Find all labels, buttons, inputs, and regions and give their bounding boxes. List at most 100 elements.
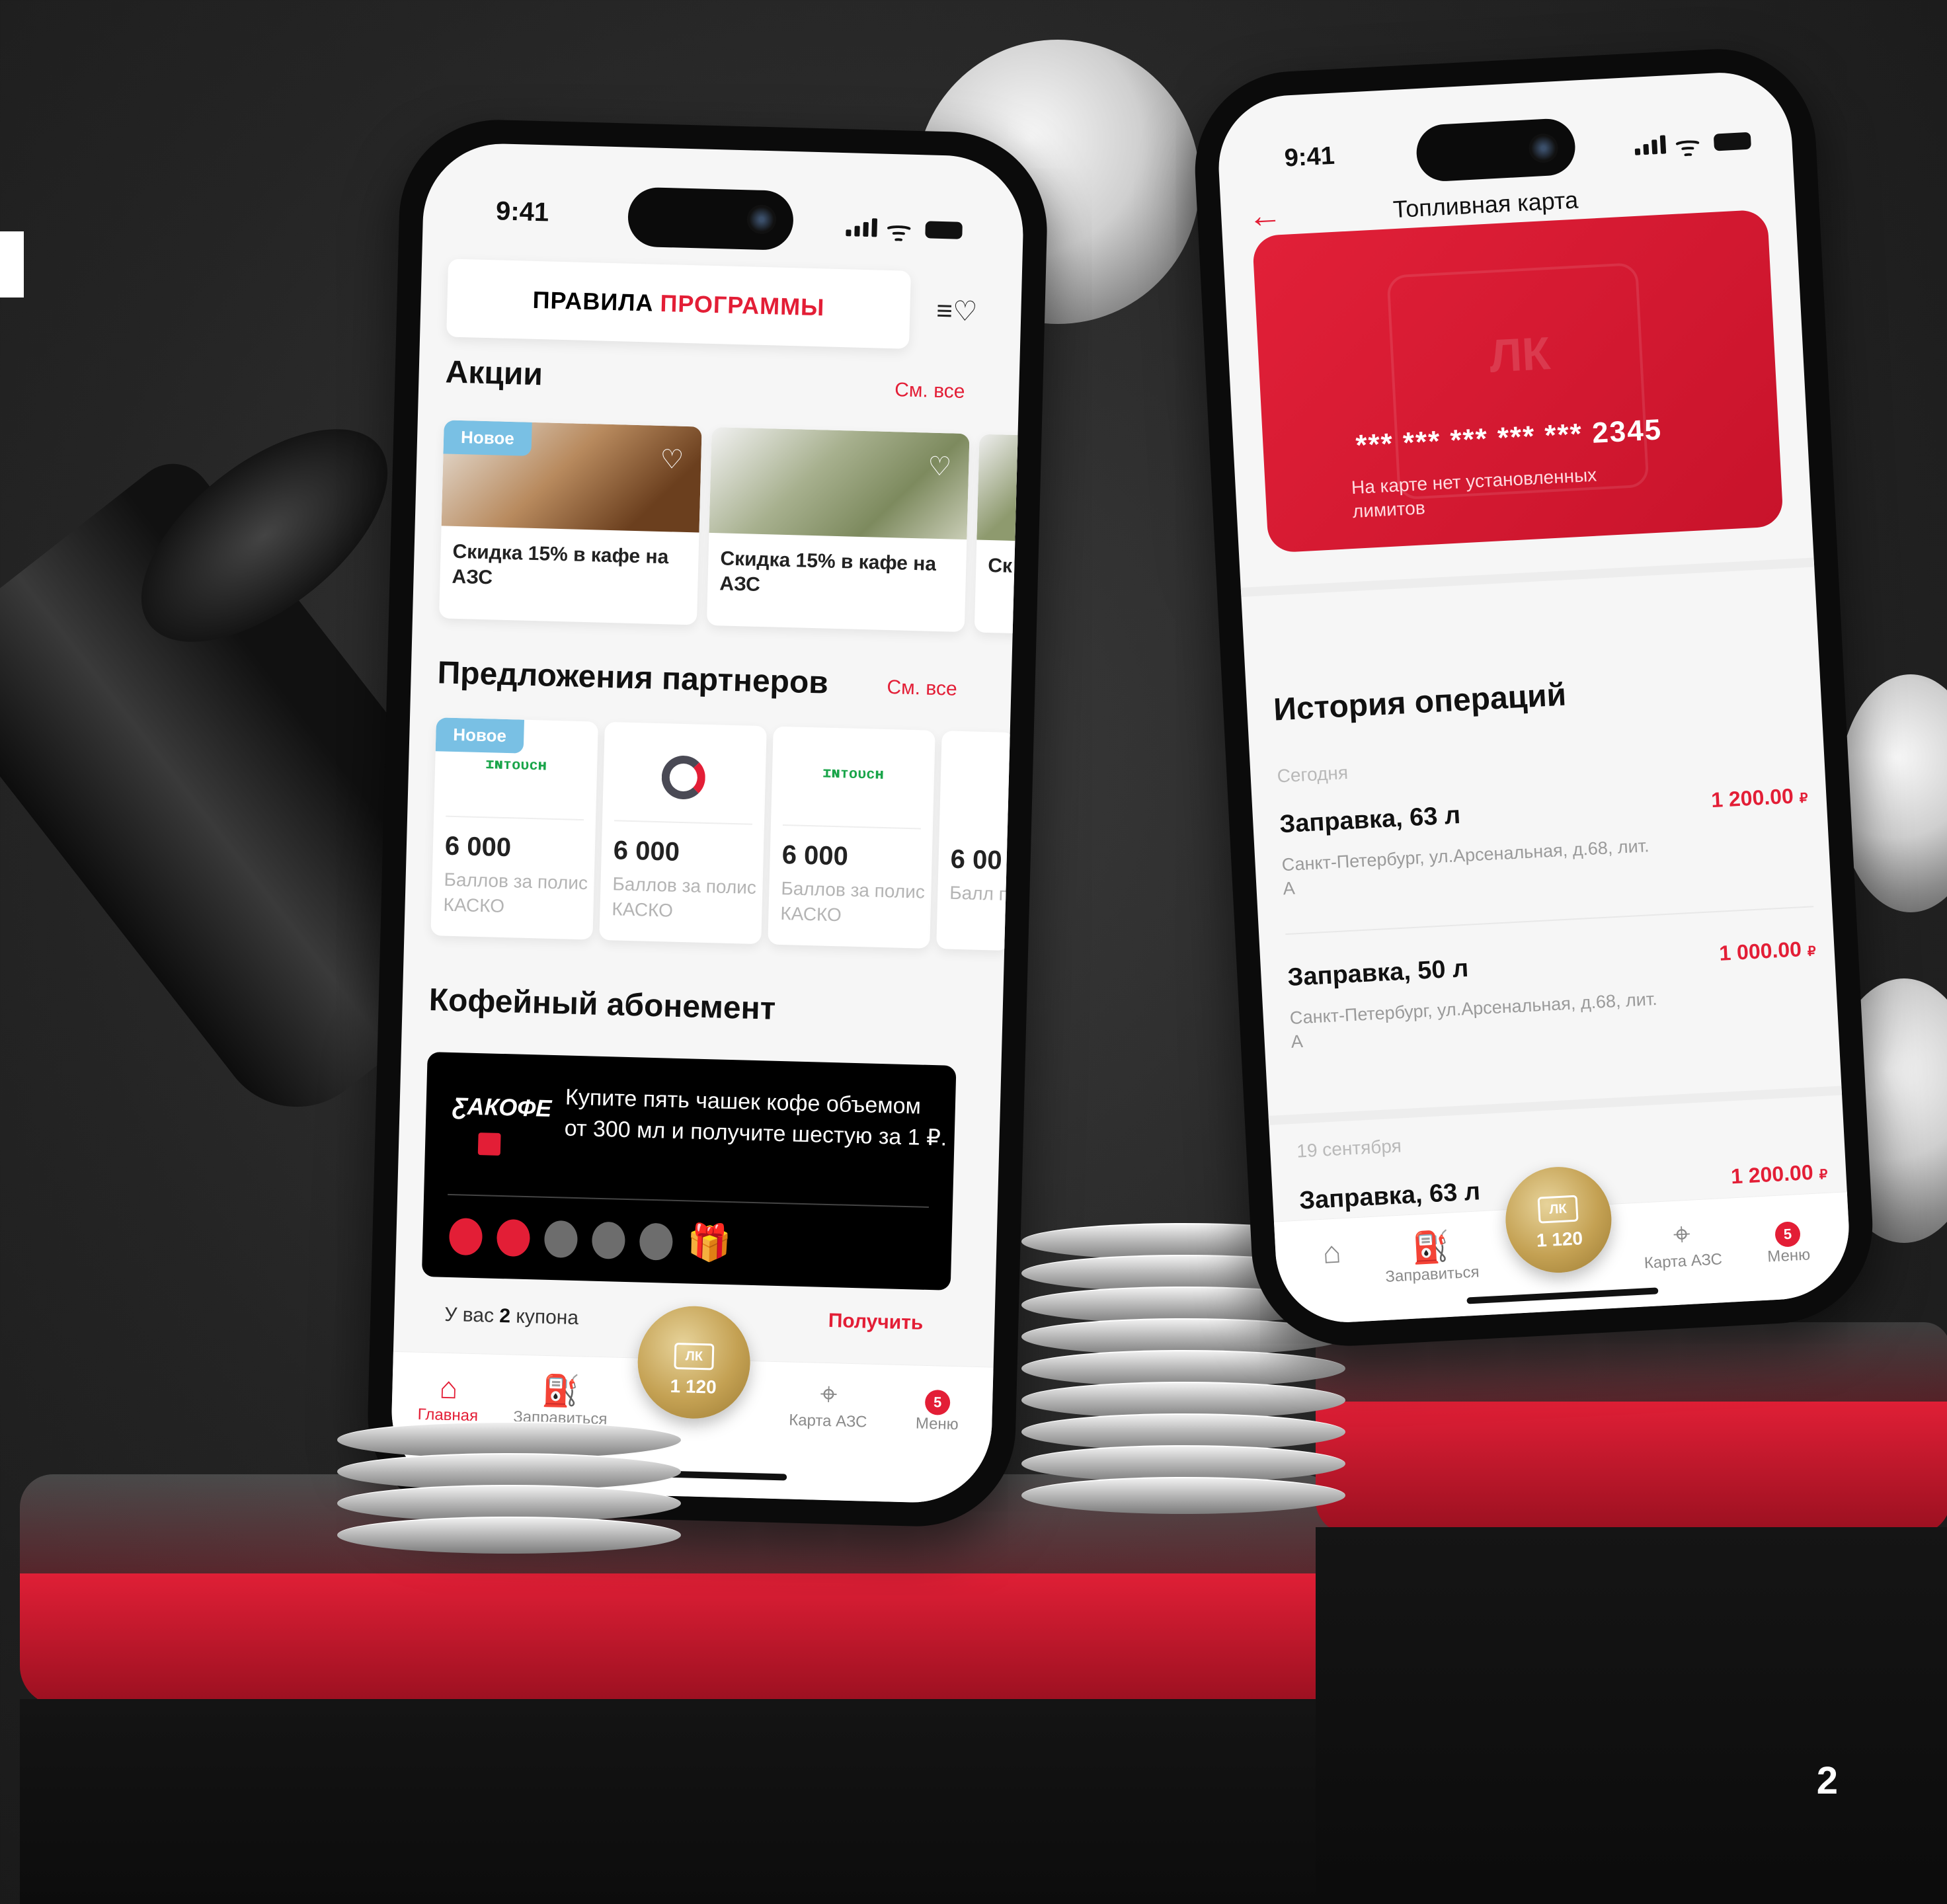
new-badge: Новое	[443, 420, 532, 456]
tab-map[interactable]: ⌖ Карта АЗС	[1624, 1212, 1739, 1274]
promo-text: Ск на	[987, 554, 1025, 578]
tab-refuel[interactable]: ⛽ Заправиться	[504, 1370, 617, 1429]
operation-row[interactable]: Заправка, 50 л 1 000.00 ₽ Санкт-Петербур…	[1287, 936, 1823, 1103]
rules-highlight: ПРОГРАММЫ	[660, 289, 825, 321]
map-pin-icon: ⌖	[1672, 1216, 1692, 1252]
tab-menu[interactable]: 5 Меню	[900, 1377, 974, 1435]
favorites-list-icon[interactable]: ≡♡	[936, 294, 978, 328]
promo-text: Скидка 15% в кафе на АЗС	[719, 547, 937, 596]
operation-name: Заправка, 63 л	[1298, 1177, 1481, 1215]
partner-desc: Баллов за полис КАСКО	[780, 877, 926, 926]
promo-text: Скидка 15% в кафе на АЗС	[452, 540, 669, 589]
new-badge: Новое	[435, 717, 524, 754]
dynamic-island	[627, 186, 795, 251]
partner-desc: Баллов за полис КАСКО	[443, 869, 588, 917]
page-number: 2	[1816, 1759, 1838, 1802]
promo-card[interactable]: Ск на	[974, 434, 1025, 635]
get-coupons-link[interactable]: Получить	[828, 1310, 923, 1335]
card-limits-text: На карте нет установленных лимитов	[1351, 464, 1597, 522]
back-arrow-icon[interactable]: ←	[1247, 195, 1283, 237]
coin-stack-small	[337, 1421, 681, 1554]
operation-amount: 1 200.00 ₽	[1730, 1160, 1828, 1189]
fuel-card-screen: 9:41 ᯤ ← Топливная карта ЛК *** *** *** …	[1214, 69, 1853, 1326]
signal-icon	[846, 218, 878, 237]
pedestal-right	[1316, 1322, 1947, 1904]
partner-card[interactable]: Новое ɪɴᴛᴏᴜᴄʜ 6 000 Баллов за полис КАСК…	[430, 717, 598, 940]
status-time: 9:41	[1283, 141, 1335, 173]
balance-value: 1 120	[1536, 1228, 1583, 1251]
coffee-logo-text: ƸАКОФЕ	[452, 1092, 552, 1122]
menu-badge: 5	[924, 1389, 951, 1415]
home-icon: ⌂	[1322, 1234, 1342, 1270]
battery-icon	[925, 221, 963, 239]
promo-image	[976, 434, 1025, 542]
fuel-card[interactable]: ЛК *** *** *** *** *** 2345 На карте нет…	[1252, 209, 1784, 553]
status-time: 9:41	[495, 196, 549, 227]
partners-title: Предложения партнеров	[437, 655, 829, 701]
coupons-text: У вас 2 купона	[444, 1303, 579, 1329]
loyalty-card-icon: ЛК	[674, 1342, 715, 1370]
partner-logo: ɪɴᴛᴏᴜᴄʜ	[822, 764, 885, 783]
gift-icon: 🎁	[686, 1222, 733, 1264]
coffee-bean-icon-empty	[543, 1220, 578, 1259]
heart-icon[interactable]: ♡	[928, 452, 952, 483]
partner-card[interactable]: ɪɴᴛᴏᴜᴄʜ 6 000 Баллов за полис КАСКО	[768, 726, 935, 949]
operation-amount: 1 200.00 ₽	[1710, 783, 1809, 813]
map-pin-icon: ⌖	[819, 1376, 838, 1411]
tab-home[interactable]: ⌂ Главная	[405, 1368, 492, 1425]
coffee-bean-icon-empty	[591, 1221, 626, 1259]
coffee-bean-icon-empty	[639, 1222, 674, 1261]
wifi-icon: ᯤ	[1673, 129, 1702, 163]
partner-points: 6 000	[613, 836, 680, 867]
home-screen: 9:41 ᯤ ПРАВИЛА ПРОГРАММЫ ≡♡ Акции См. вс…	[389, 141, 1025, 1505]
tab-menu[interactable]: 5 Меню	[1750, 1208, 1825, 1267]
history-title: История операций	[1273, 677, 1568, 728]
coffee-offer-text: Купите пять чашек кофе объемом от 300 мл…	[564, 1084, 947, 1151]
partner-card[interactable]: 6 000 Баллов за полис КАСКО	[599, 721, 767, 945]
tab-home[interactable]: ⌂	[1294, 1232, 1369, 1273]
partner-points: 6 00	[950, 844, 1003, 875]
fuel-pump-icon: ⛽	[541, 1372, 580, 1409]
phone-home: 9:41 ᯤ ПРАВИЛА ПРОГРАММЫ ≡♡ Акции См. вс…	[365, 117, 1050, 1529]
coffee-bean-icon-filled	[448, 1218, 483, 1256]
program-rules-banner[interactable]: ПРАВИЛА ПРОГРАММЫ	[446, 258, 911, 349]
battery-icon	[1713, 132, 1752, 151]
partner-points: 6 000	[444, 831, 512, 863]
promos-title: Акции	[445, 354, 543, 393]
heart-icon[interactable]: ♡	[660, 444, 684, 475]
partner-desc: Балл поли	[949, 882, 1010, 906]
operation-name: Заправка, 63 л	[1279, 801, 1462, 839]
operation-name: Заправка, 50 л	[1287, 954, 1470, 992]
promo-card[interactable]: ♡ Скидка 15% в кафе на АЗС	[706, 426, 970, 633]
tab-refuel[interactable]: ⛽ Заправиться	[1374, 1226, 1489, 1287]
signal-icon	[1634, 135, 1667, 155]
fuel-pump-icon: ⛽	[1411, 1228, 1451, 1265]
operation-row[interactable]: Заправка, 63 л 1 200.00 ₽ Санкт-Петербур…	[1279, 783, 1814, 950]
partners-see-all-link[interactable]: См. все	[887, 676, 957, 701]
home-icon: ⌂	[438, 1370, 459, 1406]
day-label: Сегодня	[1276, 762, 1349, 787]
partner-ring-logo	[660, 755, 706, 800]
partner-logo: ɪɴᴛᴏᴜᴄʜ	[485, 756, 547, 774]
partner-points: 6 000	[781, 840, 849, 871]
dynamic-island	[1415, 117, 1577, 183]
coffee-subscription-card[interactable]: ƸАКОФЕ Купите пять чашек кофе объемом от…	[421, 1052, 957, 1290]
partner-card[interactable]: 6 00 Балл поли	[936, 731, 1015, 951]
promo-card[interactable]: Новое ♡ Скидка 15% в кафе на АЗС	[438, 420, 702, 625]
coffee-stamps: 🎁	[448, 1218, 733, 1264]
operation-address: Санкт-Петербург, ул.Арсенальная, д.68, л…	[1289, 988, 1658, 1052]
phone-fuel-card: 9:41 ᯤ ← Топливная карта ЛК *** *** *** …	[1190, 44, 1878, 1351]
edge-glyph	[0, 231, 24, 298]
operation-address: Санкт-Петербург, ул.Арсенальная, д.68, л…	[1281, 836, 1650, 899]
loyalty-card-icon: ЛК	[1537, 1195, 1579, 1224]
tab-map[interactable]: ⌖ Карта АЗС	[772, 1374, 885, 1432]
coffee-brand-logo: ƸАКОФЕ	[452, 1092, 552, 1160]
coffee-bean-icon-filled	[496, 1218, 531, 1257]
rules-prefix: ПРАВИЛА	[532, 286, 655, 317]
promos-see-all-link[interactable]: См. все	[894, 379, 965, 403]
coffee-title: Кофейный абонемент	[428, 982, 776, 1027]
pedestal-left	[20, 1474, 1335, 1904]
menu-badge: 5	[1774, 1221, 1801, 1248]
partner-desc: Баллов за полис КАСКО	[612, 873, 757, 921]
lukoil-emblem: ЛК	[1488, 327, 1552, 382]
